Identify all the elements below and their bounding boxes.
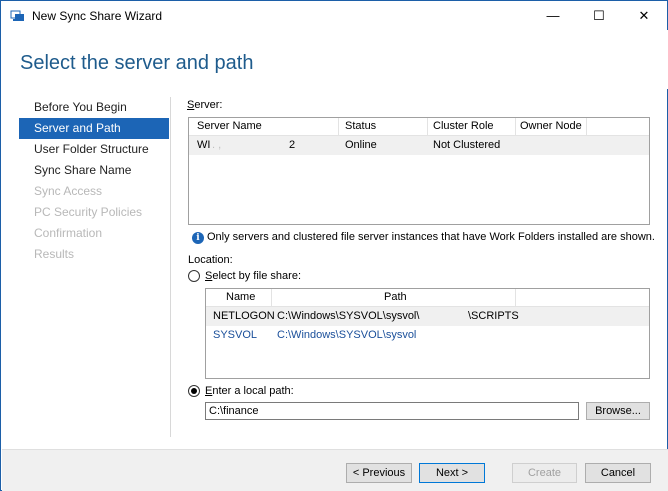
enter-local-path-label[interactable]: Enter a local path: <box>205 385 294 397</box>
redaction-marks: . , <box>212 139 222 151</box>
column-header-status[interactable]: Status <box>345 120 376 132</box>
maximize-button[interactable]: ☐ <box>576 1 622 30</box>
column-header-owner-node[interactable]: Owner Node <box>520 120 582 132</box>
wizard-nav: Before You Begin Server and Path User Fo… <box>19 97 169 265</box>
page-title: Select the server and path <box>20 52 254 74</box>
nav-item-pc-security-policies: PC Security Policies <box>34 205 143 219</box>
server-cluster-role-cell: Not Clustered <box>433 139 501 151</box>
column-separator[interactable] <box>515 118 516 135</box>
close-icon: ✕ <box>638 7 650 23</box>
file-share-row[interactable]: NETLOGON C:\Windows\SYSVOL\sysvol\ \SCRI… <box>206 307 649 326</box>
select-by-file-share-label[interactable]: Select by file share: <box>205 270 301 282</box>
file-share-row[interactable]: SYSVOL C:\Windows\SYSVOL\sysvol <box>206 326 649 345</box>
column-separator[interactable] <box>338 118 339 135</box>
server-name-cell-end: 2 <box>289 139 296 151</box>
wizard-window: New Sync Share Wizard — ☐ ✕ Select the s… <box>0 0 668 491</box>
share-path-cell-start: C:\Windows\SYSVOL\sysvol <box>277 329 417 341</box>
local-path-input[interactable]: C:\finance <box>205 402 579 420</box>
server-label-rest: erver: <box>194 99 223 111</box>
share-name-cell: SYSVOL <box>213 329 258 341</box>
column-header-cluster-role[interactable]: Cluster Role <box>433 120 494 132</box>
share-path-cell-end: \SCRIPTS <box>468 310 519 322</box>
minimize-icon: — <box>546 8 560 23</box>
select-by-file-share-rest: elect by file share: <box>212 270 301 282</box>
next-button[interactable]: Next > <box>419 463 485 483</box>
column-header-name[interactable]: Name <box>226 291 255 303</box>
column-separator[interactable] <box>515 289 516 306</box>
server-label: Server: <box>187 99 222 111</box>
previous-button[interactable]: < Previous <box>346 463 412 483</box>
window-title: New Sync Share Wizard <box>32 9 163 23</box>
minimize-button[interactable]: — <box>530 1 576 30</box>
share-path-cell-start: C:\Windows\SYSVOL\sysvol\ <box>277 310 420 322</box>
select-by-file-share-radio[interactable] <box>188 270 200 282</box>
server-row[interactable]: WI . , 2 Online Not Clustered <box>189 136 649 155</box>
column-separator[interactable] <box>427 118 428 135</box>
server-status-cell: Online <box>345 139 377 151</box>
server-list[interactable]: Server Name Status Cluster Role Owner No… <box>188 117 650 225</box>
nav-item-before-you-begin[interactable]: Before You Begin <box>19 97 169 118</box>
info-icon: i <box>192 232 204 244</box>
file-share-list-header: Name Path <box>206 289 649 307</box>
close-button[interactable]: ✕ <box>621 1 667 30</box>
nav-item-user-folder-structure[interactable]: User Folder Structure <box>19 139 169 160</box>
enter-local-path-radio[interactable] <box>188 385 200 397</box>
column-header-server-name[interactable]: Server Name <box>197 120 262 132</box>
column-separator[interactable] <box>271 289 272 306</box>
nav-item-server-and-path[interactable]: Server and Path <box>19 118 169 139</box>
nav-item-confirmation: Confirmation <box>34 226 103 240</box>
info-message: Only servers and clustered file server i… <box>207 231 655 243</box>
title-bar: New Sync Share Wizard — ☐ ✕ <box>1 1 667 30</box>
nav-item-results: Results <box>34 247 75 261</box>
file-share-list[interactable]: Name Path NETLOGON C:\Windows\SYSVOL\sys… <box>205 288 650 379</box>
location-label: Location: <box>188 254 233 266</box>
enter-local-path-rest: nter a local path: <box>212 385 294 397</box>
cancel-button[interactable]: Cancel <box>585 463 651 483</box>
column-header-path[interactable]: Path <box>384 291 407 303</box>
server-name-cell-start: WI <box>197 139 211 151</box>
share-name-cell: NETLOGON <box>213 310 275 322</box>
nav-item-sync-share-name[interactable]: Sync Share Name <box>19 160 169 181</box>
maximize-icon: ☐ <box>593 7 605 23</box>
sync-share-app-icon <box>10 10 24 21</box>
nav-divider <box>170 97 171 437</box>
server-list-header: Server Name Status Cluster Role Owner No… <box>189 118 649 136</box>
create-button: Create <box>512 463 577 483</box>
column-separator[interactable] <box>586 118 587 135</box>
browse-button[interactable]: Browse... <box>586 402 650 420</box>
wizard-header: Select the server and path <box>2 30 668 89</box>
nav-item-sync-access: Sync Access <box>34 184 103 198</box>
